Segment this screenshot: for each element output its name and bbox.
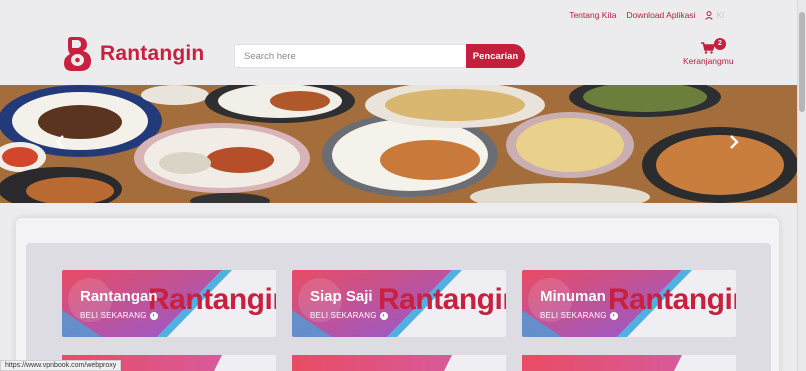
category-card[interactable]: Rantangin Rantangan BELI SEKARANG › bbox=[62, 270, 276, 337]
category-watermark: Rantangin bbox=[148, 283, 276, 316]
user-icon bbox=[705, 10, 714, 20]
category-card-next-row[interactable] bbox=[292, 355, 506, 371]
status-bar-url: https://www.vpnbook.com/webproxy bbox=[0, 360, 122, 371]
buy-now-link[interactable]: BELI SEKARANG › bbox=[540, 311, 618, 320]
top-links: Tentang Kita Download Aplikasi Kl bbox=[569, 10, 724, 20]
header: Tentang Kita Download Aplikasi Kl Rantan… bbox=[0, 0, 794, 85]
link-download-aplikasi[interactable]: Download Aplikasi bbox=[626, 10, 695, 20]
user-menu[interactable]: Kl bbox=[705, 10, 724, 20]
link-tentang-kita[interactable]: Tentang Kita bbox=[569, 10, 616, 20]
category-title: Siap Saji bbox=[310, 288, 373, 305]
chevron-left-icon bbox=[55, 135, 64, 149]
user-label: Kl bbox=[716, 10, 724, 20]
arrow-circle-icon: › bbox=[149, 311, 158, 320]
buy-now-label: BELI SEKARANG bbox=[540, 311, 607, 320]
category-card-background bbox=[292, 355, 506, 371]
category-watermark: Rantangin bbox=[608, 283, 736, 316]
cart-label: Keranjangmu bbox=[683, 56, 734, 66]
cart-icon bbox=[701, 42, 715, 54]
cart-count-badge: 2 bbox=[714, 38, 726, 50]
scrollbar-thumb[interactable] bbox=[799, 12, 805, 112]
cart-button[interactable]: 2 Keranjangmu bbox=[681, 38, 741, 70]
buy-now-link[interactable]: BELI SEKARANG › bbox=[310, 311, 388, 320]
brand-name: Rantangin bbox=[100, 42, 205, 65]
carousel-next-button[interactable] bbox=[729, 135, 739, 149]
category-card[interactable]: Rantangin Minuman BELI SEKARANG › bbox=[522, 270, 736, 337]
search-button[interactable]: Pencarian bbox=[466, 44, 525, 68]
search-bar: Pencarian bbox=[234, 44, 525, 68]
buy-now-label: BELI SEKARANG bbox=[80, 311, 147, 320]
search-input[interactable] bbox=[234, 44, 466, 68]
category-title: Minuman bbox=[540, 288, 606, 305]
arrow-circle-icon: › bbox=[379, 311, 388, 320]
category-card[interactable]: Rantangin Siap Saji BELI SEKARANG › bbox=[292, 270, 506, 337]
category-watermark: Rantangin bbox=[378, 283, 506, 316]
category-title: Rantangan bbox=[80, 288, 158, 305]
chevron-right-icon bbox=[730, 135, 739, 149]
category-card-background bbox=[522, 355, 736, 371]
carousel-prev-button[interactable] bbox=[55, 135, 65, 149]
food-photo-image bbox=[0, 85, 797, 203]
logo[interactable]: Rantangin bbox=[62, 36, 204, 72]
hero-banner[interactable] bbox=[0, 85, 797, 203]
buy-now-link[interactable]: BELI SEKARANG › bbox=[80, 311, 158, 320]
arrow-circle-icon: › bbox=[609, 311, 618, 320]
buy-now-label: BELI SEKARANG bbox=[310, 311, 377, 320]
logo-mark-icon bbox=[64, 37, 91, 71]
category-card-next-row[interactable] bbox=[522, 355, 736, 371]
page-scrollbar[interactable] bbox=[797, 0, 806, 371]
